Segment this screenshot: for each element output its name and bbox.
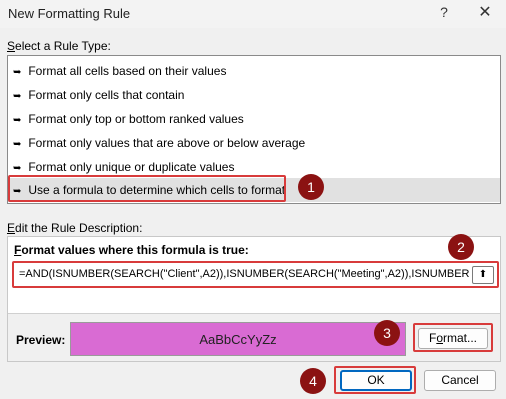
dialog-title: New Formatting Rule — [8, 6, 131, 21]
title-bar: New Formatting Rule ? ✕ — [0, 0, 506, 28]
rule-type-item-label: Format only unique or duplicate values — [28, 160, 235, 174]
cancel-button[interactable]: Cancel — [424, 370, 496, 391]
help-icon[interactable]: ? — [436, 4, 452, 22]
rule-type-item[interactable]: ➥ Format only top or bottom ranked value… — [8, 107, 500, 131]
format-preview: AaBbCcYyZz — [70, 322, 406, 356]
rule-type-item-label: Format only cells that contain — [28, 88, 185, 102]
annotation-badge-2: 2 — [448, 234, 474, 260]
annotation-badge-3: 3 — [374, 320, 400, 346]
annotation-badge-1: 1 — [298, 174, 324, 200]
arrow-icon: ➥ — [13, 67, 22, 78]
format-button[interactable]: Format... — [418, 328, 488, 349]
annotation-badge-4: 4 — [300, 368, 326, 394]
rule-type-item-label: Format all cells based on their values — [28, 64, 227, 78]
rule-type-label: Select a Rule Type: — [7, 39, 111, 53]
arrow-icon: ➥ — [13, 91, 22, 102]
rule-description-label: Edit the Rule Description: — [7, 221, 143, 235]
preview-label: Preview: — [16, 333, 66, 347]
annotation-outline-1 — [8, 175, 286, 202]
formula-label: Format values where this formula is true… — [14, 243, 249, 257]
rule-type-item-label: Format only values that are above or bel… — [28, 136, 306, 150]
ok-button[interactable]: OK — [340, 370, 412, 391]
arrow-icon: ➥ — [13, 139, 22, 150]
arrow-icon: ➥ — [13, 115, 22, 126]
rule-type-item[interactable]: ➥ Format all cells based on their values — [8, 59, 500, 83]
annotation-outline-2 — [12, 261, 499, 288]
rule-type-item[interactable]: ➥ Format only cells that contain — [8, 83, 500, 107]
close-icon[interactable]: ✕ — [474, 3, 496, 23]
rule-type-item-label: Format only top or bottom ranked values — [28, 112, 244, 126]
rule-type-item[interactable]: ➥ Format only values that are above or b… — [8, 131, 500, 155]
